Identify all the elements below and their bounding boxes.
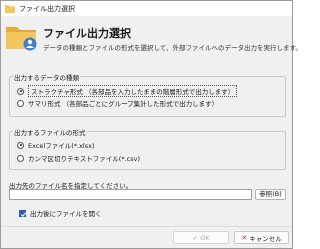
dialog-heading: ファイル出力選択 [43, 27, 131, 40]
radio-button[interactable] [17, 99, 24, 107]
radio-button[interactable] [17, 141, 24, 149]
close-icon: ✕ [241, 233, 248, 242]
radio-button[interactable] [17, 154, 24, 162]
open-after-export-checkbox[interactable]: 出力後にファイルを開く [19, 208, 102, 218]
radio-summary-format[interactable]: サマリ形式 （各部品ごとにグループ集計した形式で出力します） [17, 98, 218, 108]
radio-structure-format[interactable]: ストラクチャ形式 （各部品を入力したままの階層形式で出力します） [17, 85, 238, 97]
output-path-input[interactable] [9, 189, 252, 200]
footer-divider [1, 226, 292, 227]
checkbox-checked[interactable] [19, 209, 27, 217]
cancel-button[interactable]: ✕ キャンセル [234, 231, 289, 244]
radio-csv-format[interactable]: カンマ区切りテキストファイル(*.csv) [17, 153, 140, 163]
data-type-group-label: 出力するデータの種類 [13, 72, 80, 82]
file-format-group-label: 出力するファイルの形式 [13, 127, 87, 137]
radio-label: カンマ区切りテキストファイル(*.csv) [28, 155, 140, 163]
radio-excel-format[interactable]: Excelファイル(*.xlsx) [17, 140, 95, 150]
folder-export-icon [6, 27, 37, 51]
checkbox-label: 出力後にファイルを開く [30, 210, 102, 218]
radio-label: ストラクチャ形式 （各部品を入力したままの階層形式で出力します） [28, 85, 238, 97]
check-icon: ✓ [192, 233, 199, 242]
window-title: ファイル出力選択 [19, 5, 75, 13]
title-bar[interactable]: ファイル出力選択 [1, 1, 292, 16]
ok-button[interactable]: ✓ OK [173, 231, 229, 244]
folder-app-icon [5, 5, 15, 13]
radio-label: Excelファイル(*.xlsx) [28, 142, 95, 150]
dialog-description: データの種類とファイルの形式を選択して、外部ファイルへのデータ出力を実行します。 [43, 44, 302, 52]
checkmark-icon [20, 211, 27, 217]
radio-button[interactable] [17, 87, 24, 95]
ok-button-label: OK [200, 233, 210, 242]
browse-button[interactable]: 参照(B) [255, 189, 286, 200]
file-export-dialog: ファイル出力選択 ファイル出力選択 データの種類とファイルの形式を選択して、外部… [0, 0, 302, 249]
radio-label: サマリ形式 （各部品ごとにグループ集計した形式で出力します） [28, 100, 219, 108]
cancel-button-label: キャンセル [249, 234, 282, 243]
